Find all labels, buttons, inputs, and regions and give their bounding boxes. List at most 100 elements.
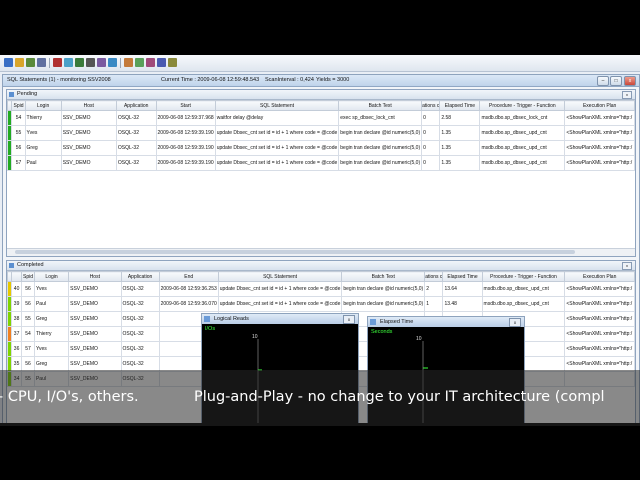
- column-header[interactable]: Spid: [11, 100, 26, 111]
- column-header[interactable]: Batch Text: [338, 100, 423, 111]
- table-cell: OSQL-32: [115, 110, 157, 126]
- elapsed-time-title: Elapsed Time: [380, 319, 414, 325]
- column-header[interactable]: Spid: [21, 271, 35, 282]
- table-row[interactable]: 39 56 Paul SSV_DEMO OSQL-32 2009-06-08 12:59:…: [7, 296, 635, 312]
- table-cell: Paul: [24, 155, 62, 171]
- new-icon[interactable]: [4, 58, 13, 67]
- table-row[interactable]: 54 Thierry SSV_DEMO OSQL-32 2009-06-08 12:59…: [6, 110, 635, 126]
- filter-icon[interactable]: [64, 58, 73, 67]
- elapsed-time-titlebar: Elapsed Time x: [368, 317, 524, 327]
- table-cell: OSQL-32: [115, 140, 157, 156]
- column-header[interactable]: Execution Plan: [564, 100, 635, 111]
- toolbar-divider: [49, 58, 50, 68]
- chart-icon[interactable]: [97, 58, 106, 67]
- table-cell: 55: [21, 311, 35, 327]
- table-cell: msdb.dbo.sp_dbsec_upd_cnt: [479, 125, 566, 141]
- column-header[interactable]: Procedure - Trigger - Function: [481, 271, 566, 282]
- column-header[interactable]: Host: [68, 271, 122, 282]
- play-icon[interactable]: [75, 58, 84, 67]
- minimize-button[interactable]: –: [597, 76, 609, 86]
- table-cell: begin tran declare @id numeric(5,0): [338, 125, 423, 141]
- table-cell: 56: [21, 296, 35, 312]
- table-cell: Thierry: [33, 326, 70, 342]
- table-cell: 1: [424, 296, 444, 312]
- table-cell: begin tran declare @id numeric(5,0): [338, 155, 423, 171]
- column-header[interactable]: ations c: [424, 271, 444, 282]
- table-cell: msdb.dbo.sp_dbsec_upd_cnt: [481, 296, 566, 312]
- pending-pane-header: Pending x: [7, 90, 635, 100]
- table-cell: SSV_DEMO: [60, 110, 117, 126]
- table-cell: 56: [21, 281, 35, 297]
- table-cell: OSQL-32: [120, 311, 160, 327]
- table-cell: update Dbsec_cnt set id = id + 1 where c…: [214, 125, 340, 141]
- open-icon[interactable]: [15, 58, 24, 67]
- completed-title: Completed: [17, 262, 44, 268]
- column-header[interactable]: Login: [33, 271, 70, 282]
- grid-icon[interactable]: [108, 58, 117, 67]
- column-header[interactable]: Host: [60, 100, 117, 111]
- column-header[interactable]: Application: [115, 100, 157, 111]
- save-icon[interactable]: [26, 58, 35, 67]
- pause-icon[interactable]: [86, 58, 95, 67]
- graph-close-button[interactable]: x: [343, 315, 355, 324]
- table-cell: <ShowPlanXML xmlns="http:/: [564, 281, 635, 297]
- pending-hscrollbar[interactable]: [7, 248, 635, 256]
- column-header[interactable]: Start: [155, 100, 216, 111]
- table-cell: <ShowPlanXML xmlns="http:/: [564, 110, 635, 126]
- pending-title: Pending: [17, 91, 38, 97]
- table-cell: OSQL-32: [120, 326, 160, 342]
- table-cell: Greg: [33, 311, 70, 327]
- column-header[interactable]: SQL Statement: [217, 271, 343, 282]
- table-cell: begin tran declare @id numeric(5,0): [341, 296, 426, 312]
- table-cell: 1.35: [439, 140, 481, 156]
- current-time: Current Time : 2009-06-08 12:59:48.543: [161, 77, 260, 83]
- settings-icon[interactable]: [146, 58, 155, 67]
- column-header[interactable]: Elapsed Time: [439, 100, 481, 111]
- refresh-icon[interactable]: [37, 58, 46, 67]
- options-icon[interactable]: [168, 58, 177, 67]
- table-cell: Thierry: [24, 110, 62, 126]
- pane-close-button[interactable]: x: [622, 91, 632, 99]
- close-button[interactable]: x: [624, 76, 636, 86]
- scan-interval: ScanInterval : 0,424: [265, 77, 314, 83]
- maximize-button[interactable]: □: [610, 76, 622, 86]
- table-cell: <ShowPlanXML xmlns="http:/: [564, 341, 635, 357]
- column-header[interactable]: Procedure - Trigger - Function: [479, 100, 566, 111]
- table-cell: 57: [21, 341, 35, 357]
- table-cell: 2009-06-08 12:59:37.968: [155, 110, 216, 126]
- column-header[interactable]: Batch Text: [341, 271, 426, 282]
- table-cell: 0: [421, 140, 441, 156]
- main-toolbar: [0, 55, 640, 72]
- table-cell: 2009-06-08 12:59:39.190: [155, 125, 216, 141]
- table-cell: 40: [11, 281, 23, 297]
- table-cell: msdb.dbo.sp_dbsec_upd_cnt: [479, 140, 566, 156]
- table-row[interactable]: 57 Paul SSV_DEMO OSQL-32 2009-06-08 12:59:39…: [6, 155, 635, 171]
- delete-icon[interactable]: [53, 58, 62, 67]
- table-cell: SSV_DEMO: [60, 155, 117, 171]
- column-header[interactable]: ations c: [421, 100, 441, 111]
- column-header[interactable]: Execution Plan: [564, 271, 635, 282]
- column-header[interactable]: Application: [120, 271, 160, 282]
- report-icon[interactable]: [124, 58, 133, 67]
- column-header[interactable]: Login: [24, 100, 62, 111]
- table-cell: OSQL-32: [120, 341, 160, 357]
- export-icon[interactable]: [135, 58, 144, 67]
- table-cell: OSQL-32: [115, 155, 157, 171]
- column-header[interactable]: End: [158, 271, 219, 282]
- table-cell: 57: [11, 155, 26, 171]
- table-cell: 0: [421, 155, 441, 171]
- table-row[interactable]: 55 Yves SSV_DEMO OSQL-32 2009-06-08 12:59:39…: [6, 125, 635, 141]
- column-header[interactable]: Elapsed Time: [442, 271, 483, 282]
- table-cell: 37: [11, 326, 23, 342]
- table-row[interactable]: 40 56 Yves SSV_DEMO OSQL-32 2009-06-08 12:59:…: [7, 281, 635, 297]
- table-cell: OSQL-32: [120, 296, 160, 312]
- table-cell: 1.35: [439, 125, 481, 141]
- graph-close-button[interactable]: x: [509, 318, 521, 327]
- table-row[interactable]: 56 Greg SSV_DEMO OSQL-32 2009-06-08 12:59:39…: [6, 140, 635, 156]
- table-cell: 2: [424, 281, 444, 297]
- help-icon[interactable]: [157, 58, 166, 67]
- table-cell: 2009-06-08 12:59:36.070: [158, 296, 219, 312]
- scroll-thumb[interactable]: [15, 250, 575, 254]
- column-header[interactable]: SQL Statement: [214, 100, 340, 111]
- pane-close-button[interactable]: x: [622, 262, 632, 270]
